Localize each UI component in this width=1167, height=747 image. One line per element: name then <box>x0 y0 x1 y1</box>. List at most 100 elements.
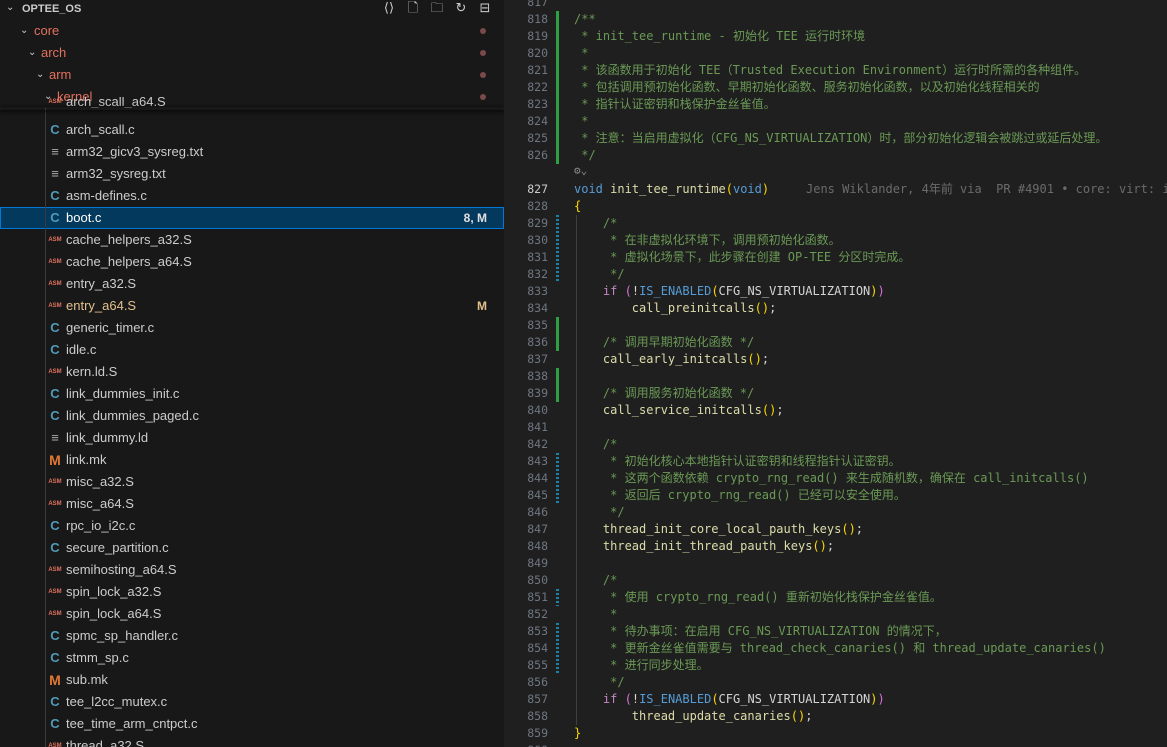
code-line[interactable]: 835 <box>504 317 1167 334</box>
file-item-link-mk[interactable]: Mlink.mk <box>0 449 504 471</box>
open-editors-icon[interactable]: ⟨⟩ <box>380 0 398 18</box>
file-item-tee-l2cc-mutex-c[interactable]: Ctee_l2cc_mutex.c <box>0 691 504 713</box>
file-item-secure-partition-c[interactable]: Csecure_partition.c <box>0 537 504 559</box>
file-item-cache-helpers-a64-s[interactable]: ASM cache_helpers_a64.S <box>0 251 504 273</box>
code-line[interactable]: 839 /* 调用服务初始化函数 */ <box>504 385 1167 402</box>
modified-lines-marker[interactable] <box>556 623 559 674</box>
file-item-misc-a32-s[interactable]: ASM misc_a32.S <box>0 471 504 493</box>
added-lines-marker[interactable] <box>556 368 559 402</box>
code-line[interactable]: 840 call_service_initcalls(); <box>504 402 1167 419</box>
code-line[interactable]: 849 <box>504 555 1167 572</box>
code-line[interactable]: 844 * 这两个函数依赖 crypto_rng_read() 来生成随机数，确… <box>504 470 1167 487</box>
file-item-kern-ld-s[interactable]: ASM kern.ld.S <box>0 361 504 383</box>
code-line[interactable]: 817 <box>504 0 1167 11</box>
file-item-generic-timer-c[interactable]: Cgeneric_timer.c <box>0 317 504 339</box>
inline-chat-icon[interactable]: ⚙⌄ <box>574 164 587 177</box>
code-line[interactable]: 822 * 包括调用预初始化函数、早期初始化函数、服务初始化函数，以及初始化线程… <box>504 79 1167 96</box>
code-line[interactable]: 850 /* <box>504 572 1167 589</box>
code-line[interactable]: 828 { <box>504 198 1167 215</box>
chevron-down-icon[interactable]: ⌄ <box>36 64 44 86</box>
code-line[interactable]: 818 /** <box>504 11 1167 28</box>
folder-arch[interactable]: ⌄ arch <box>0 42 504 64</box>
file-item-tee-time-arm-cntpct-c[interactable]: Ctee_time_arm_cntpct.c <box>0 713 504 735</box>
file-item-rpc-io-i2c-c[interactable]: Crpc_io_i2c.c <box>0 515 504 537</box>
code-line[interactable]: 821 * 该函数用于初始化 TEE（Trusted Execution Env… <box>504 62 1167 79</box>
added-lines-marker[interactable] <box>556 317 559 351</box>
code-line[interactable]: 859} <box>504 725 1167 742</box>
code-line[interactable]: 853 * 待办事项：在启用 CFG_NS_VIRTUALIZATION 的情况… <box>504 623 1167 640</box>
chevron-down-icon[interactable]: ⌄ <box>6 2 14 13</box>
code-line[interactable]: 819 * init_tee_runtime - 初始化 TEE 运行时环境 <box>504 28 1167 45</box>
collapse-all-icon[interactable]: ⊟ <box>476 0 494 18</box>
file-item-arch-scall-c[interactable]: Carch_scall.c <box>0 119 504 141</box>
refresh-icon[interactable]: ↻ <box>452 0 470 18</box>
code-line[interactable]: 834 call_preinitcalls(); <box>504 300 1167 317</box>
code-line[interactable]: 836 /* 调用早期初始化函数 */ <box>504 334 1167 351</box>
code-line[interactable]: 829 /* <box>504 215 1167 232</box>
file-item-entry-a32-s[interactable]: ASM entry_a32.S <box>0 273 504 295</box>
folder-arm[interactable]: ⌄ arm <box>0 64 504 86</box>
code-text: * 该函数用于初始化 TEE（Trusted Execution Environ… <box>574 62 1086 79</box>
file-item-spmc-sp-handler-c[interactable]: Cspmc_sp_handler.c <box>0 625 504 647</box>
file-item-spin-lock-a32-s[interactable]: ASM spin_lock_a32.S <box>0 581 504 603</box>
code-line[interactable]: 858 thread_update_canaries(); <box>504 708 1167 725</box>
file-item-sub-mk[interactable]: Msub.mk <box>0 669 504 691</box>
code-line[interactable]: 832 */ <box>504 266 1167 283</box>
file-item-asm-defines-c[interactable]: Casm-defines.c <box>0 185 504 207</box>
code-line[interactable]: 838 <box>504 368 1167 385</box>
code-line[interactable]: 856 */ <box>504 674 1167 691</box>
explorer-root-title[interactable]: OPTEE_OS <box>22 3 81 15</box>
code-line[interactable]: 857 if (!IS_ENABLED(CFG_NS_VIRTUALIZATIO… <box>504 691 1167 708</box>
code-line[interactable]: 843 * 初始化核心本地指针认证密钥和线程指针认证密钥。 <box>504 453 1167 470</box>
folder-core[interactable]: ⌄ core <box>0 20 504 42</box>
file-item-link-dummies-paged-c[interactable]: Clink_dummies_paged.c <box>0 405 504 427</box>
modified-lines-marker[interactable] <box>556 589 559 606</box>
git-blame-annotation[interactable]: Jens Wiklander, 4年前 via PR #4901 • core:… <box>806 181 1167 198</box>
file-item-arm32-gicv3-sysreg-txt[interactable]: ≡ arm32_gicv3_sysreg.txt <box>0 141 504 163</box>
line-number: 835 <box>527 318 548 332</box>
code-line[interactable]: 846 */ <box>504 504 1167 521</box>
code-line[interactable]: 825 * 注意：当启用虚拟化（CFG_NS_VIRTUALIZATION）时，… <box>504 130 1167 147</box>
code-line[interactable]: 826 */ <box>504 147 1167 164</box>
file-item-entry-a64-s[interactable]: ASM entry_a64.S M <box>0 295 504 317</box>
file-item-misc-a64-s[interactable]: ASM misc_a64.S <box>0 493 504 515</box>
file-item-semihosting-a64-s[interactable]: ASM semihosting_a64.S <box>0 559 504 581</box>
code-line[interactable]: 860 <box>504 742 1167 747</box>
code-editor[interactable]: 817 818/** 819 * init_tee_runtime - 初始化 TE… <box>504 0 1167 747</box>
file-item-arm32-sysreg-txt[interactable]: ≡ arm32_sysreg.txt <box>0 163 504 185</box>
code-line[interactable]: 824 * <box>504 113 1167 130</box>
code-line[interactable]: 833 if (!IS_ENABLED(CFG_NS_VIRTUALIZATIO… <box>504 283 1167 300</box>
line-number: 844 <box>527 471 548 485</box>
file-item-link-dummies-init-c[interactable]: Clink_dummies_init.c <box>0 383 504 405</box>
file-item-boot-c[interactable]: Cboot.c 8, M <box>0 207 504 229</box>
code-line[interactable]: 837 call_early_initcalls(); <box>504 351 1167 368</box>
code-line[interactable]: 855 * 进行同步处理。 <box>504 657 1167 674</box>
code-line[interactable]: 848 thread_init_thread_pauth_keys(); <box>504 538 1167 555</box>
file-item-thread-a32-s[interactable]: ASM thread_a32.S <box>0 735 504 747</box>
code-line[interactable]: 851 * 使用 crypto_rng_read() 重新初始化栈保护金丝雀值。 <box>504 589 1167 606</box>
code-line[interactable]: 831 * 虚拟化场景下，此步骤在创建 OP-TEE 分区时完成。 <box>504 249 1167 266</box>
code-line[interactable]: 852 * <box>504 606 1167 623</box>
new-folder-icon[interactable]: 🗀 <box>428 0 446 18</box>
chevron-down-icon[interactable]: ⌄ <box>28 42 36 64</box>
code-line[interactable]: 823 * 指针认证密钥和栈保护金丝雀值。 <box>504 96 1167 113</box>
code-line[interactable]: 827 void init_tee_runtime(void) Jens Wikla… <box>504 181 1167 198</box>
code-line[interactable]: 830 * 在非虚拟化环境下，调用预初始化函数。 <box>504 232 1167 249</box>
code-line[interactable]: 842 /* <box>504 436 1167 453</box>
code-line[interactable]: 845 * 返回后 crypto_rng_read() 已经可以安全使用。 <box>504 487 1167 504</box>
file-item-link-dummy-ld[interactable]: ≡ link_dummy.ld <box>0 427 504 449</box>
file-item-spin-lock-a64-s[interactable]: ASM spin_lock_a64.S <box>0 603 504 625</box>
modified-lines-marker[interactable] <box>556 215 559 283</box>
code-line[interactable]: 847 thread_init_core_local_pauth_keys(); <box>504 521 1167 538</box>
code-line[interactable]: 854 * 更新金丝雀值需要与 thread_check_canaries() … <box>504 640 1167 657</box>
file-item-stmm-sp-c[interactable]: Cstmm_sp.c <box>0 647 504 669</box>
new-file-icon[interactable]: 🗋 <box>404 0 422 18</box>
code-line[interactable]: 820 * <box>504 45 1167 62</box>
file-item-idle-c[interactable]: Cidle.c <box>0 339 504 361</box>
modified-lines-marker[interactable] <box>556 453 559 504</box>
added-lines-marker[interactable] <box>556 11 559 164</box>
explorer-header[interactable]: ⌄ OPTEE_OS ⟨⟩ 🗋 🗀 ↻ ⊟ <box>0 0 504 19</box>
chevron-down-icon[interactable]: ⌄ <box>20 20 28 42</box>
file-item-cache-helpers-a32-s[interactable]: ASM cache_helpers_a32.S <box>0 229 504 251</box>
code-line[interactable]: 841 <box>504 419 1167 436</box>
